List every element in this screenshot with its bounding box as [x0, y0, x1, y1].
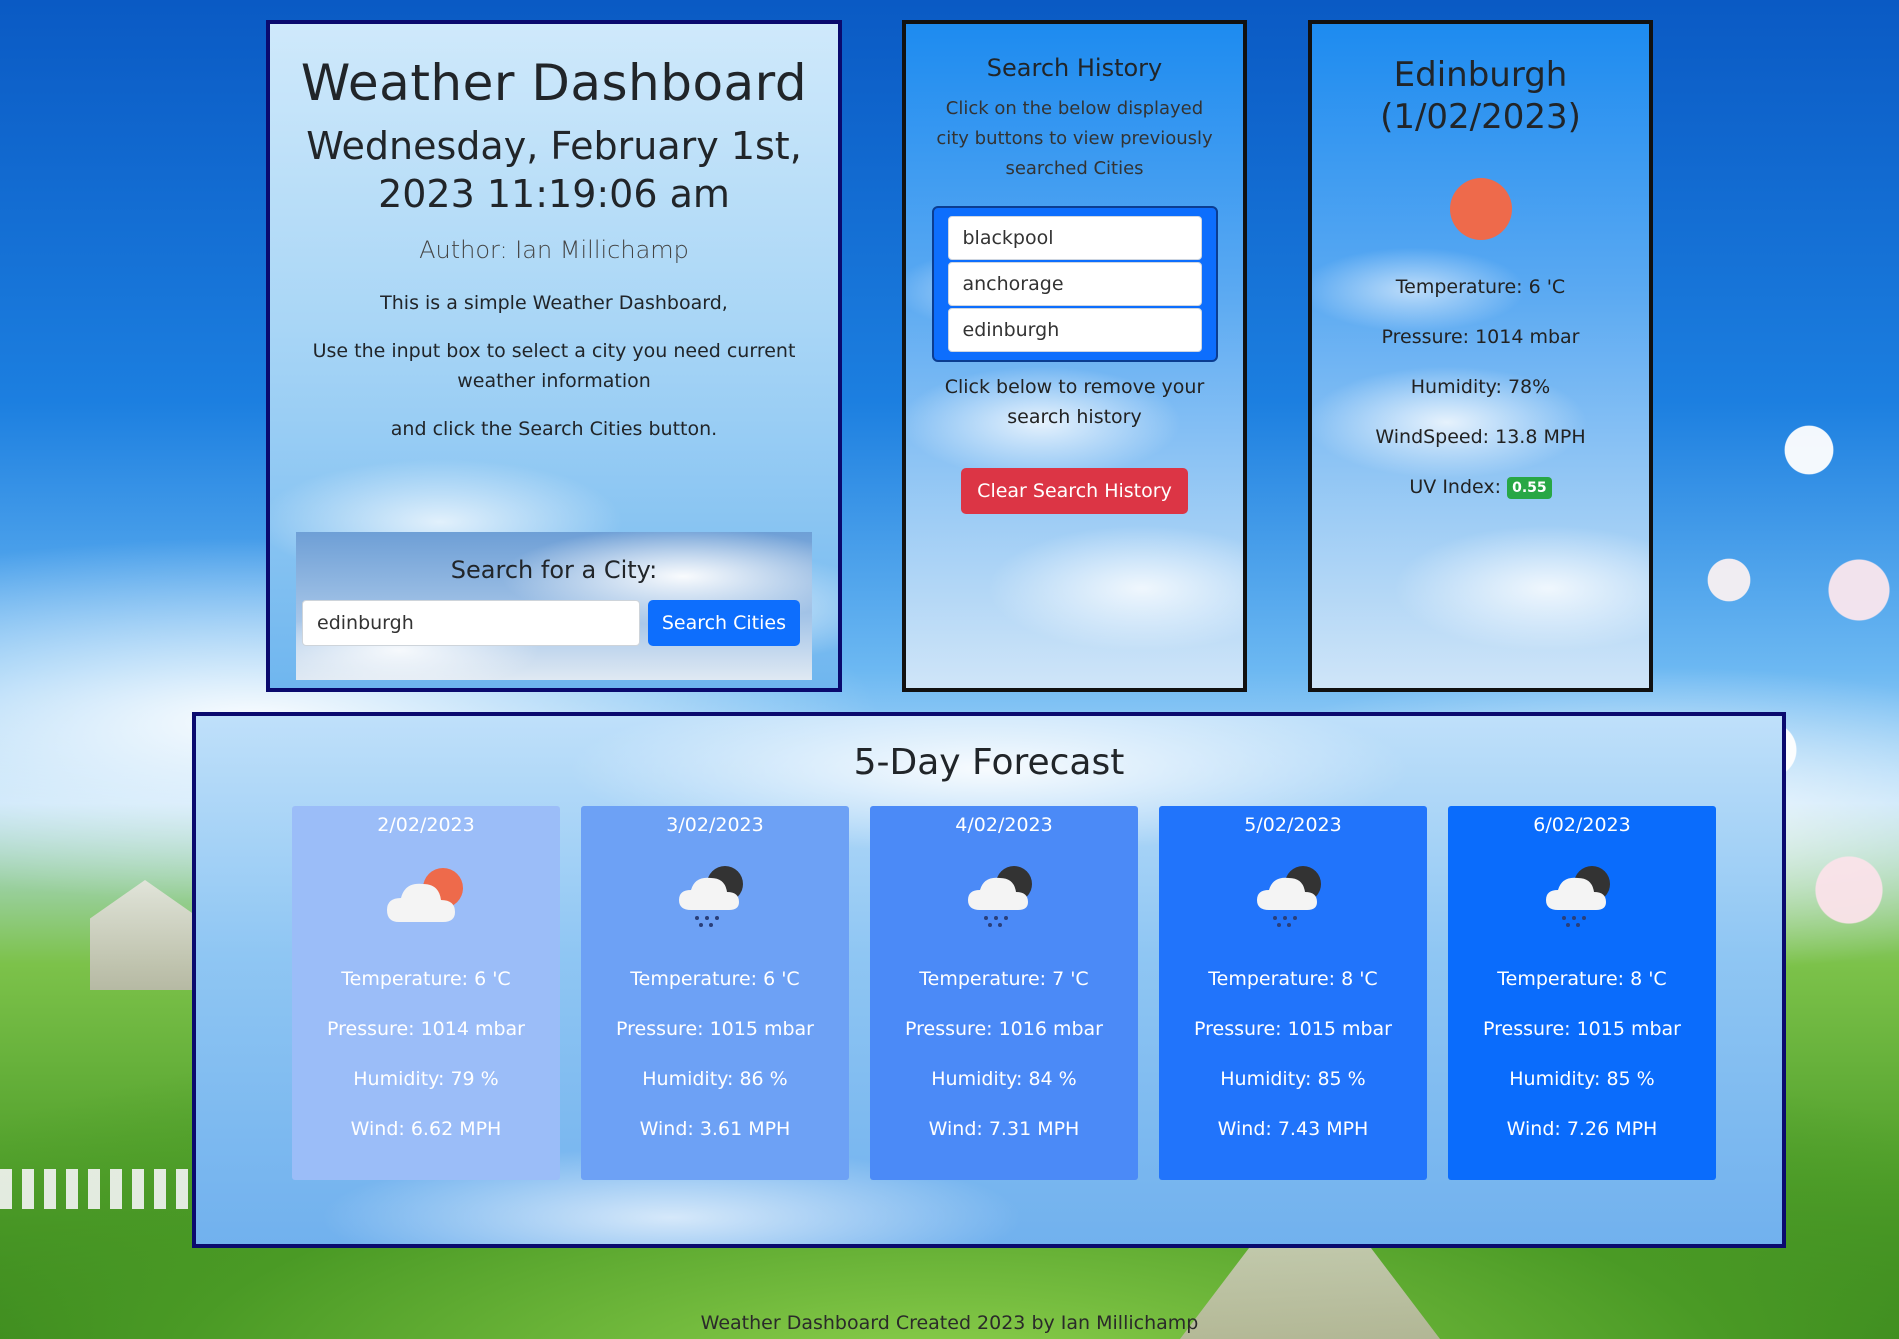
forecast-title: 5-Day Forecast	[853, 742, 1125, 783]
current-city-heading: Edinburgh (1/02/2023)	[1312, 54, 1649, 138]
forecast-temperature: Temperature: 8 'C	[1208, 968, 1378, 990]
current-city-name: Edinburgh	[1393, 55, 1568, 95]
forecast-pressure: Pressure: 1015 mbar	[616, 1018, 814, 1040]
forecast-temperature: Temperature: 8 'C	[1497, 968, 1667, 990]
current-weather-panel: Edinburgh (1/02/2023) Temperature: 6 'C …	[1308, 20, 1653, 692]
rain-cloud-icon	[870, 840, 1138, 950]
background-house	[90, 880, 200, 990]
footer-credit: Weather Dashboard Created 2023 by Ian Mi…	[700, 1312, 1199, 1334]
forecast-pressure: Pressure: 1015 mbar	[1483, 1018, 1681, 1040]
current-date: (1/02/2023)	[1380, 97, 1581, 137]
current-windspeed: WindSpeed: 13.8 MPH	[1375, 426, 1586, 448]
forecast-wind: Wind: 3.61 MPH	[639, 1118, 791, 1140]
forecast-pressure: Pressure: 1014 mbar	[327, 1018, 525, 1040]
description-line-1: This is a simple Weather Dashboard,	[380, 292, 728, 314]
search-history-title: Search History	[986, 54, 1163, 82]
history-city-button[interactable]: anchorage	[947, 262, 1202, 306]
uv-index-badge: 0.55	[1507, 476, 1552, 499]
current-datetime: Wednesday, February 1st, 2023 11:19:06 a…	[306, 124, 802, 216]
forecast-humidity: Humidity: 79 %	[353, 1068, 499, 1090]
forecast-humidity: Humidity: 85 %	[1509, 1068, 1655, 1090]
rain-cloud-icon	[581, 840, 849, 950]
forecast-pressure: Pressure: 1016 mbar	[905, 1018, 1103, 1040]
clear-search-history-button[interactable]: Clear Search History	[961, 468, 1188, 514]
forecast-date: 6/02/2023	[1533, 814, 1631, 836]
remove-history-help: Click below to remove your search histor…	[944, 376, 1205, 428]
forecast-card: 3/02/2023 Temperature: 6 'C Pressure: 10…	[581, 806, 849, 1180]
city-search-input[interactable]	[302, 600, 640, 646]
rain-cloud-icon	[1159, 840, 1427, 950]
search-cities-button[interactable]: Search Cities	[647, 600, 800, 646]
search-history-help: Click on the below displayed city button…	[936, 98, 1213, 179]
forecast-date: 5/02/2023	[1244, 814, 1342, 836]
search-row: Search Cities	[302, 600, 800, 646]
search-history-panel: Search History Click on the below displa…	[902, 20, 1247, 692]
search-heading: Search for a City:	[450, 556, 658, 584]
uv-index-label: UV Index:	[1409, 476, 1502, 498]
page-title: Weather Dashboard	[300, 54, 808, 112]
forecast-temperature: Temperature: 6 'C	[630, 968, 800, 990]
history-city-list: blackpool anchorage edinburgh	[931, 206, 1218, 362]
current-uv-index: UV Index: 0.55	[1312, 462, 1649, 512]
forecast-date: 2/02/2023	[377, 814, 475, 836]
forecast-panel: 5-Day Forecast 2/02/2023 Temperature: 6 …	[192, 712, 1786, 1248]
forecast-card: 4/02/2023 Temperature: 7 'C Pressure: 10…	[870, 806, 1138, 1180]
author-line: Author: Ian Millichamp	[419, 236, 689, 264]
forecast-card: 5/02/2023 Temperature: 8 'C Pressure: 10…	[1159, 806, 1427, 1180]
forecast-humidity: Humidity: 85 %	[1220, 1068, 1366, 1090]
forecast-wind: Wind: 7.26 MPH	[1506, 1118, 1658, 1140]
forecast-humidity: Humidity: 86 %	[642, 1068, 788, 1090]
forecast-cards: 2/02/2023 Temperature: 6 'C Pressure: 10…	[292, 806, 1716, 1180]
forecast-humidity: Humidity: 84 %	[931, 1068, 1077, 1090]
forecast-date: 3/02/2023	[666, 814, 764, 836]
forecast-pressure: Pressure: 1015 mbar	[1194, 1018, 1392, 1040]
forecast-date: 4/02/2023	[955, 814, 1053, 836]
history-city-button[interactable]: blackpool	[947, 216, 1202, 260]
partly-cloudy-icon	[292, 840, 560, 950]
history-city-button[interactable]: edinburgh	[947, 308, 1202, 352]
forecast-wind: Wind: 7.43 MPH	[1217, 1118, 1369, 1140]
current-humidity: Humidity: 78%	[1410, 376, 1551, 398]
current-temperature: Temperature: 6 'C	[1395, 276, 1566, 298]
forecast-temperature: Temperature: 6 'C	[341, 968, 511, 990]
forecast-temperature: Temperature: 7 'C	[919, 968, 1089, 990]
sun-icon	[1449, 178, 1512, 240]
city-search-box: Search for a City: Search Cities	[296, 532, 812, 680]
dashboard-intro-panel: Weather Dashboard Wednesday, February 1s…	[266, 20, 842, 692]
forecast-wind: Wind: 6.62 MPH	[350, 1118, 502, 1140]
rain-cloud-icon	[1448, 840, 1716, 950]
description-line-2: Use the input box to select a city you n…	[312, 340, 796, 392]
background-fence	[0, 1169, 195, 1209]
forecast-wind: Wind: 7.31 MPH	[928, 1118, 1080, 1140]
forecast-card: 2/02/2023 Temperature: 6 'C Pressure: 10…	[292, 806, 560, 1180]
current-pressure: Pressure: 1014 mbar	[1381, 326, 1580, 348]
description-line-3: and click the Search Cities button.	[390, 418, 718, 440]
forecast-card: 6/02/2023 Temperature: 8 'C Pressure: 10…	[1448, 806, 1716, 1180]
